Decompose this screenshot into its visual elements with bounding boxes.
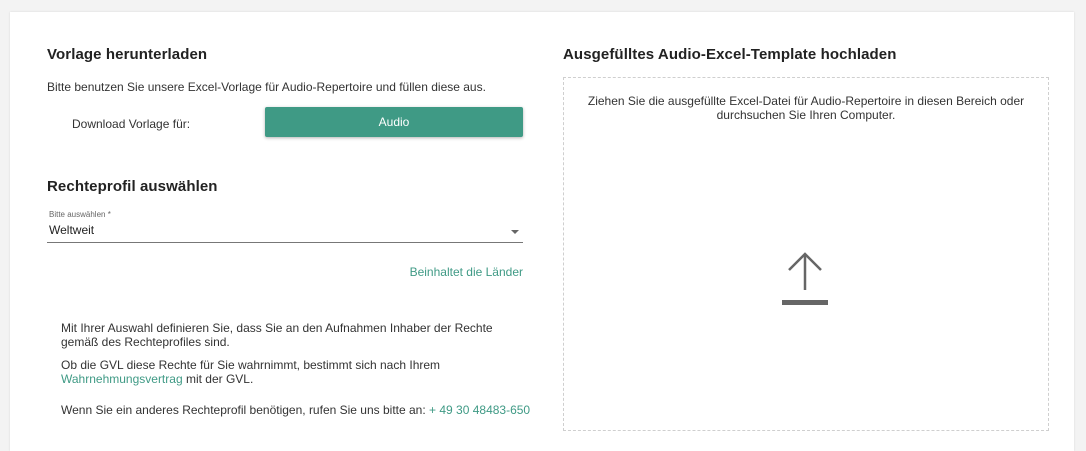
download-heading: Vorlage herunterladen bbox=[47, 46, 208, 63]
download-audio-button[interactable]: Audio bbox=[265, 107, 523, 137]
wahrnehmungsvertrag-link[interactable]: Wahrnehmungsvertrag bbox=[61, 372, 183, 386]
dropdown-arrow-icon bbox=[511, 230, 519, 234]
rights-profile-select[interactable]: Weltweit bbox=[47, 220, 523, 243]
upload-card: Vorlage herunterladen Bitte benutzen Sie… bbox=[10, 12, 1074, 451]
phone-link[interactable]: + 49 30 48483-650 bbox=[429, 403, 530, 417]
upload-heading: Ausgefülltes Audio-Excel-Template hochla… bbox=[563, 46, 897, 63]
rights-info-text: Mit Ihrer Auswahl definieren Sie, dass S… bbox=[61, 321, 493, 349]
gvl-info-prefix: Ob die GVL diese Rechte für Sie wahrnimm… bbox=[61, 358, 441, 372]
file-drop-zone[interactable]: Ziehen Sie die ausgefüllte Excel-Datei f… bbox=[563, 77, 1049, 431]
countries-link[interactable]: Beinhaltet die Länder bbox=[410, 265, 523, 279]
rights-profile-heading: Rechteprofil auswählen bbox=[47, 178, 218, 195]
contact-info-text: Wenn Sie ein anderes Rechteprofil benöti… bbox=[61, 403, 531, 417]
gvl-info-suffix: mit der GVL. bbox=[182, 372, 254, 386]
select-value: Weltweit bbox=[49, 223, 95, 237]
select-label: Bitte auswählen * bbox=[49, 210, 111, 219]
download-template-label: Download Vorlage für: bbox=[72, 117, 191, 131]
upload-arrow-icon bbox=[782, 252, 828, 305]
drop-zone-text: Ziehen Sie die ausgefüllte Excel-Datei f… bbox=[587, 94, 1025, 122]
download-intro: Bitte benutzen Sie unsere Excel-Vorlage … bbox=[47, 80, 486, 94]
gvl-info-text: Ob die GVL diese Rechte für Sie wahrnimm… bbox=[61, 358, 531, 386]
contact-info-prefix: Wenn Sie ein anderes Rechteprofil benöti… bbox=[61, 403, 430, 417]
